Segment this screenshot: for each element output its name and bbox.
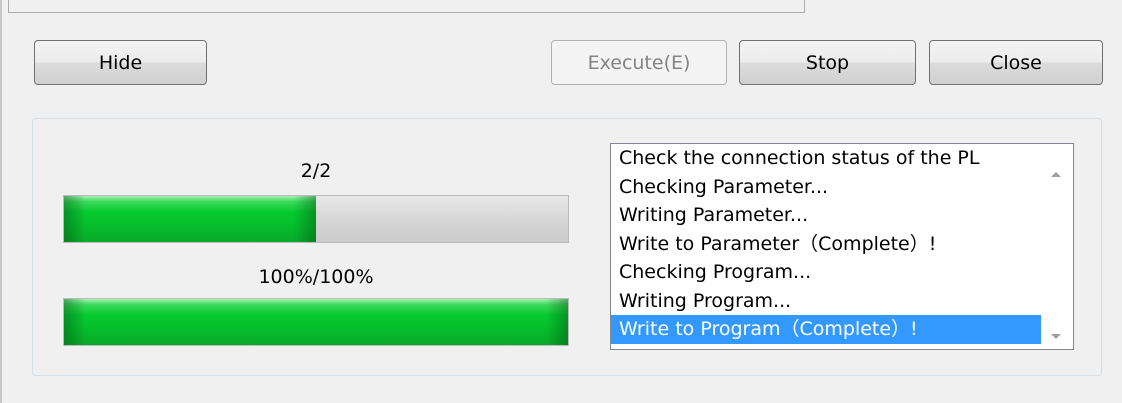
progress-percent-fill — [64, 299, 568, 345]
stop-button[interactable]: Stop — [739, 40, 916, 85]
progress-percent-label: 100%/100% — [258, 266, 374, 288]
log-item[interactable]: Checking Parameter... — [611, 173, 1041, 202]
window-left-edge — [0, 0, 2, 403]
log-item[interactable]: Writing Parameter... — [611, 201, 1041, 230]
log-item[interactable]: Check the connection status of the PL — [611, 144, 1041, 173]
log-item[interactable]: Write to Parameter（Complete）! — [611, 230, 1041, 259]
progress-count-label: 2/2 — [300, 160, 332, 182]
progress-count-fill — [64, 196, 316, 242]
progress-percent-bar — [63, 298, 569, 346]
log-listbox[interactable]: Check the connection status of the PL Ch… — [610, 143, 1074, 350]
progress-count-bar — [63, 195, 569, 243]
hide-button[interactable]: Hide — [34, 40, 207, 85]
log-item[interactable]: Checking Program... — [611, 258, 1041, 287]
log-item[interactable]: Write to Program（Complete）! — [611, 315, 1041, 344]
close-button[interactable]: Close — [929, 40, 1103, 85]
scroll-up-arrow-icon[interactable] — [1051, 172, 1061, 177]
log-scrollbar[interactable] — [1041, 144, 1073, 349]
log-item[interactable]: Writing Program... — [611, 287, 1041, 316]
upper-panel-edge — [8, 0, 805, 13]
log-list: Check the connection status of the PL Ch… — [611, 144, 1041, 344]
scroll-down-arrow-icon[interactable] — [1051, 334, 1061, 339]
execute-button[interactable]: Execute(E) — [551, 40, 727, 85]
